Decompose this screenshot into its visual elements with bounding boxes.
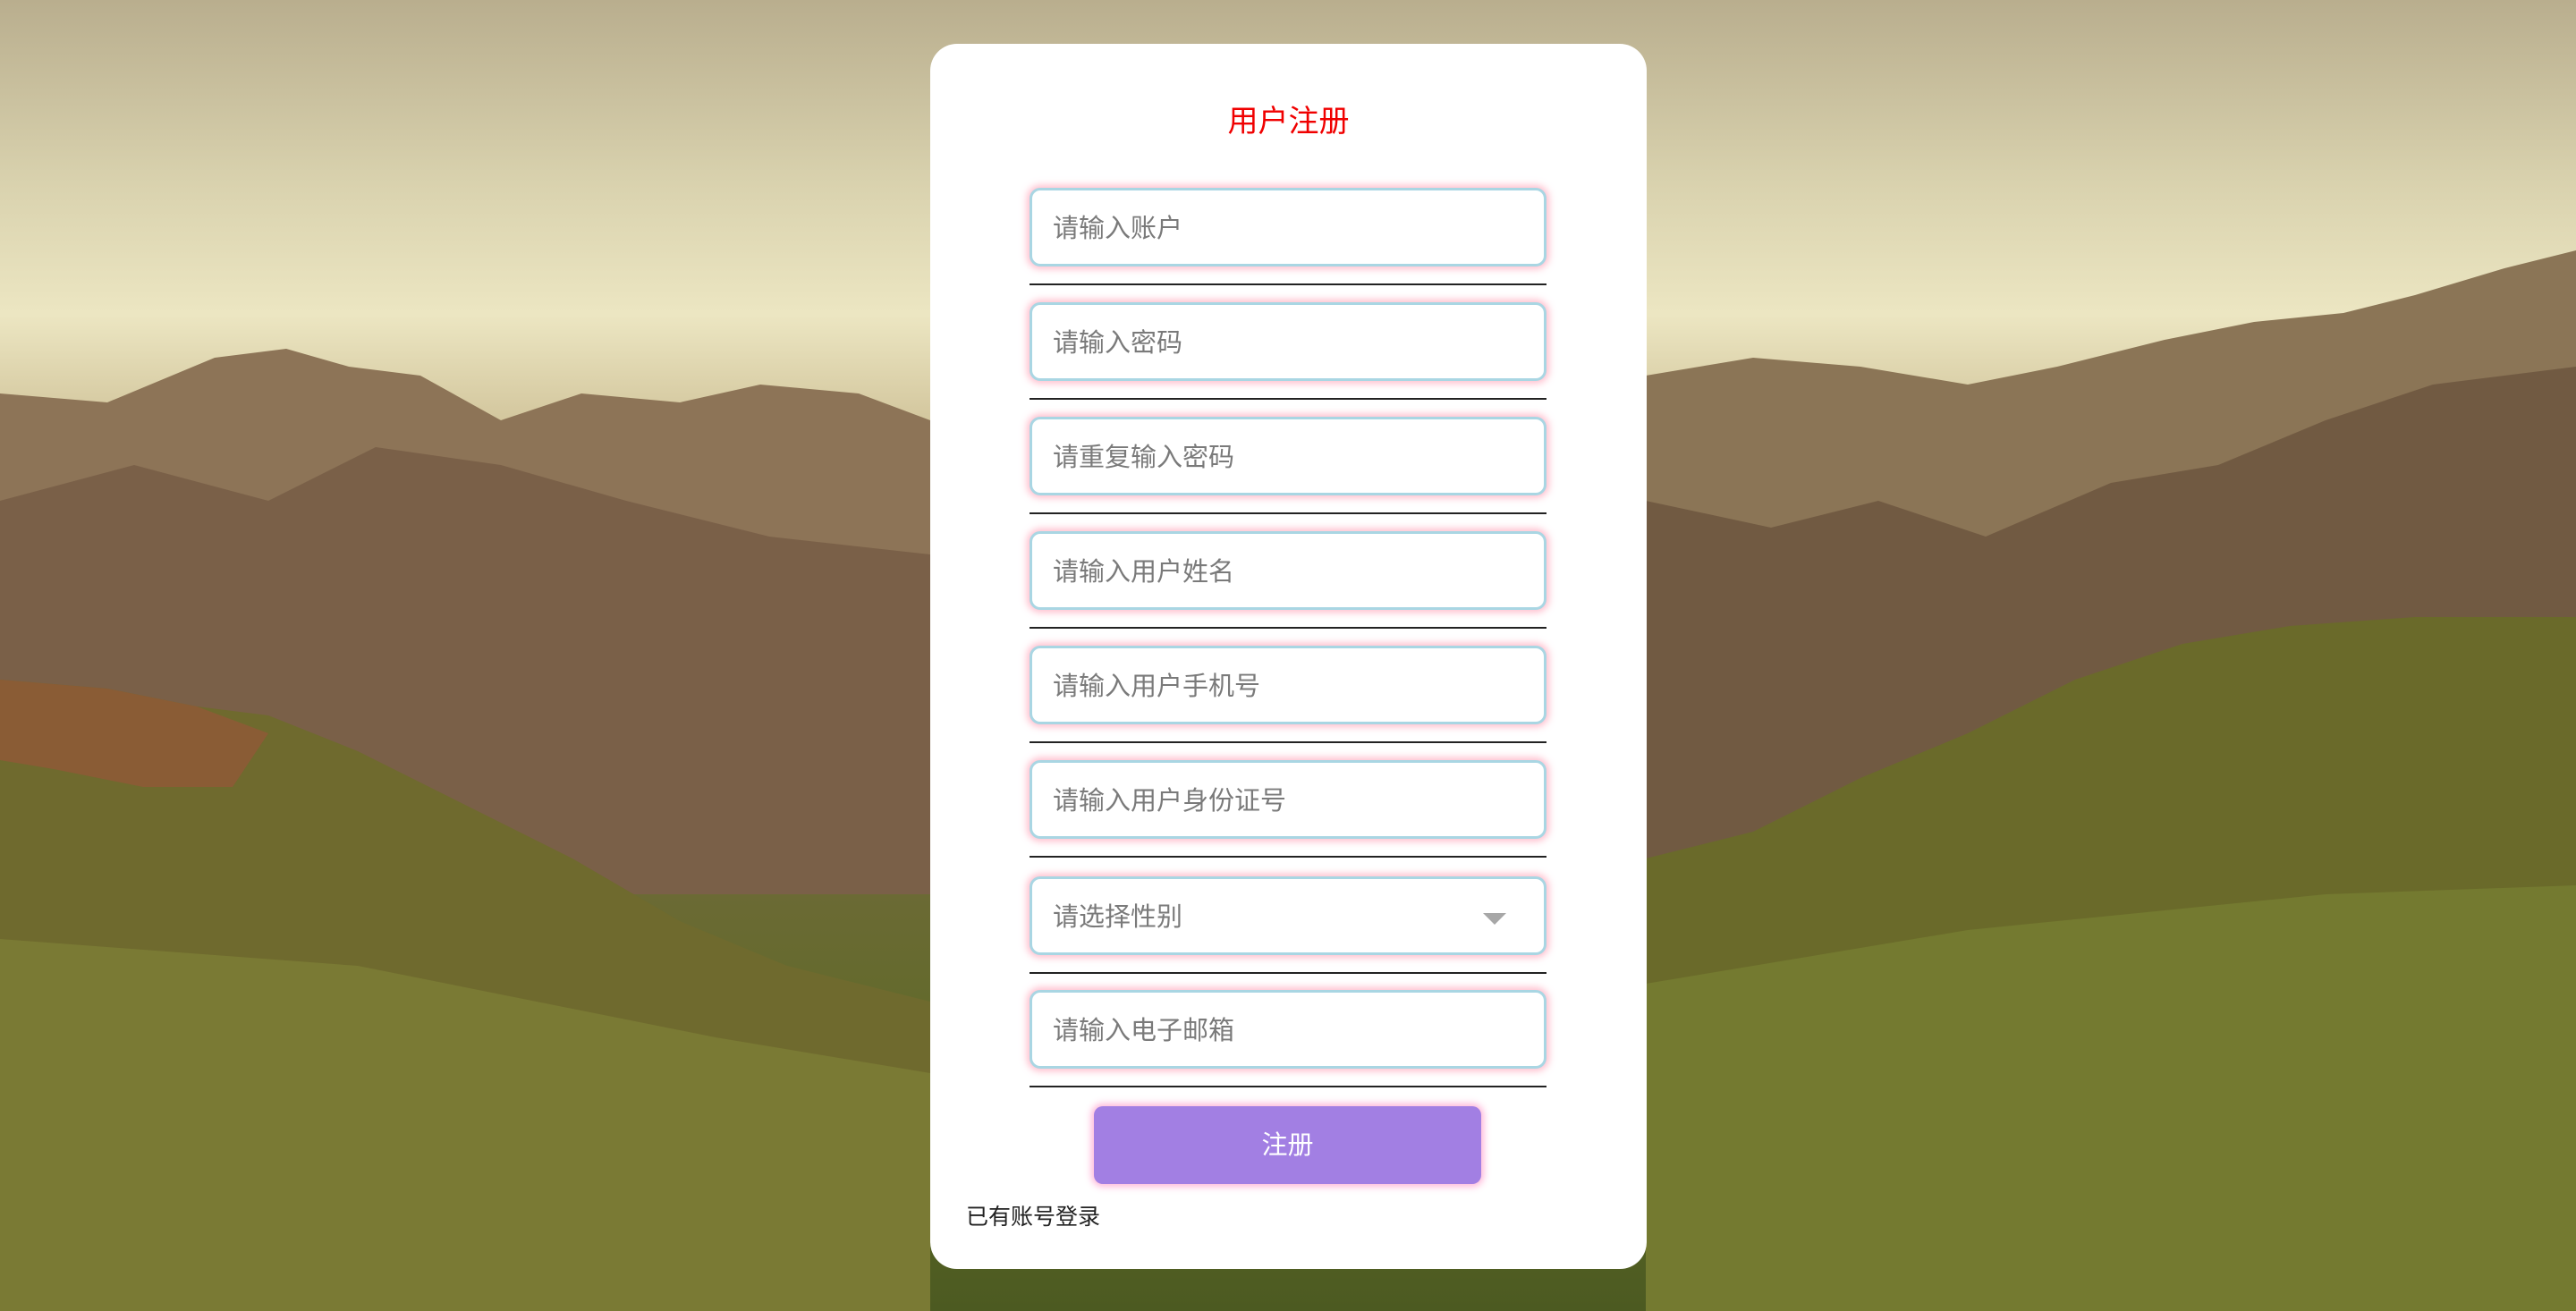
password-input[interactable]: 请输入密码 <box>1030 302 1546 381</box>
confirm-password-placeholder: 请重复输入密码 <box>1053 442 1235 472</box>
account-placeholder: 请输入账户 <box>1053 213 1183 243</box>
phone-input[interactable]: 请输入用户手机号 <box>1030 646 1546 724</box>
password-placeholder: 请输入密码 <box>1053 327 1183 358</box>
id-card-field[interactable]: 请输入用户身份证号 <box>1030 760 1546 875</box>
field-divider <box>1030 283 1546 285</box>
account-input[interactable]: 请输入账户 <box>1030 188 1546 266</box>
field-divider <box>1030 627 1546 629</box>
register-button[interactable]: 注册 <box>1094 1106 1481 1184</box>
field-divider <box>1030 398 1546 400</box>
id-card-placeholder: 请输入用户身份证号 <box>1053 785 1287 816</box>
register-card: 用户注册 请输入账户 请输入密码 请重复输入密码 请输入用户姓名 请输入用户手机… <box>930 44 1647 1269</box>
phone-field[interactable]: 请输入用户手机号 <box>1030 646 1546 760</box>
page-title: 用户注册 <box>1227 104 1350 140</box>
name-input[interactable]: 请输入用户姓名 <box>1030 531 1546 610</box>
chevron-down-icon[interactable] <box>1483 913 1506 925</box>
confirm-password-input[interactable]: 请重复输入密码 <box>1030 417 1546 495</box>
login-link[interactable]: 已有账号登录 <box>966 1205 1100 1228</box>
email-placeholder: 请输入电子邮箱 <box>1053 1015 1235 1045</box>
phone-placeholder: 请输入用户手机号 <box>1053 671 1261 701</box>
email-field[interactable]: 请输入电子邮箱 <box>1030 990 1546 1104</box>
account-field[interactable]: 请输入账户 <box>1030 188 1546 302</box>
name-placeholder: 请输入用户姓名 <box>1053 556 1235 587</box>
field-divider <box>1030 741 1546 743</box>
email-input[interactable]: 请输入电子邮箱 <box>1030 990 1546 1069</box>
password-field[interactable]: 请输入密码 <box>1030 302 1546 417</box>
field-divider <box>1030 1086 1546 1087</box>
field-divider <box>1030 512 1546 514</box>
gender-select[interactable]: 请选择性别 <box>1030 876 1546 955</box>
gender-field[interactable]: 请选择性别 <box>1030 876 1546 991</box>
field-divider <box>1030 856 1546 858</box>
confirm-password-field[interactable]: 请重复输入密码 <box>1030 417 1546 531</box>
id-card-input[interactable]: 请输入用户身份证号 <box>1030 760 1546 839</box>
field-divider <box>1030 972 1546 974</box>
name-field[interactable]: 请输入用户姓名 <box>1030 531 1546 646</box>
gender-placeholder: 请选择性别 <box>1053 901 1183 932</box>
